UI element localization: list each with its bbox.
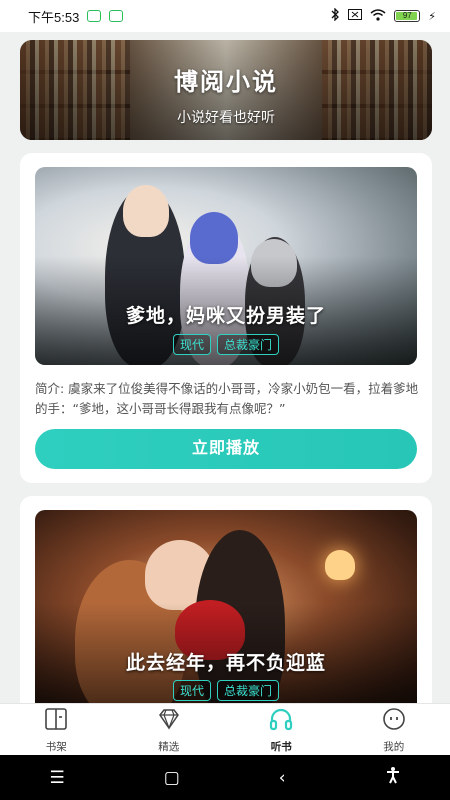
diamond-icon (156, 706, 182, 736)
book-title: 爹地，妈咪又扮男装了 (125, 305, 326, 327)
genre-tag: 现代 (172, 334, 211, 355)
home-icon[interactable]: ▢ (164, 768, 180, 788)
book-cover-image[interactable]: 爹地，妈咪又扮男装了 现代 总裁豪门 (35, 167, 417, 365)
system-nav-bar: ☰ ▢ ‹ (0, 755, 450, 800)
wifi-icon (370, 8, 386, 24)
headphones-icon (268, 706, 294, 736)
app-title: 博阅小说 (174, 68, 278, 96)
back-icon[interactable]: ‹ (279, 768, 286, 788)
tab-listen[interactable]: 听书 (225, 704, 338, 755)
tab-label: 精选 (158, 740, 180, 753)
book-description: 简介: 虞家来了位俊美得不像话的小哥哥，冷家小奶包一看，拉着爹地的手：“爹地，这… (35, 381, 419, 416)
battery-indicator: 97 (394, 10, 421, 22)
tab-label: 听书 (270, 740, 292, 753)
notification-app-icon (87, 10, 102, 22)
tab-bookshelf[interactable]: 书架 (0, 704, 113, 755)
tab-label: 书架 (45, 740, 67, 753)
sim-icon (348, 9, 363, 23)
header-banner: 博阅小说 小说好看也好听 (20, 40, 432, 140)
bottom-tab-bar: 书架 精选 听书 我的 (0, 703, 450, 755)
play-now-button[interactable]: 立即播放 (35, 429, 417, 469)
genre-tag: 总裁豪门 (217, 680, 280, 701)
genre-tag: 现代 (172, 680, 211, 701)
book-card: 爹地，妈咪又扮男装了 现代 总裁豪门 简介: 虞家来了位俊美得不像话的小哥哥，冷… (20, 153, 432, 483)
book-title: 此去经年，再不负迎蓝 (125, 652, 326, 674)
menu-icon[interactable]: ☰ (49, 768, 64, 788)
status-bar: 下午5:53 97 ⚡ (0, 0, 450, 32)
book-card: 此去经年，再不负迎蓝 现代 总裁豪门 (20, 496, 432, 716)
tab-profile[interactable]: 我的 (338, 704, 450, 755)
genre-tag: 总裁豪门 (217, 334, 280, 355)
tab-featured[interactable]: 精选 (113, 704, 226, 755)
bookshelf-icon (43, 706, 69, 736)
book-cover-image[interactable]: 此去经年，再不负迎蓝 现代 总裁豪门 (35, 510, 417, 716)
charging-icon: ⚡ (428, 9, 436, 23)
status-time: 下午5:53 (28, 9, 80, 25)
tab-label: 我的 (383, 740, 405, 753)
app-subtitle: 小说好看也好听 (177, 110, 275, 126)
notification-app-icon (109, 10, 124, 22)
accessibility-icon[interactable] (385, 766, 401, 789)
bluetooth-icon (330, 7, 340, 24)
face-icon (381, 706, 407, 736)
